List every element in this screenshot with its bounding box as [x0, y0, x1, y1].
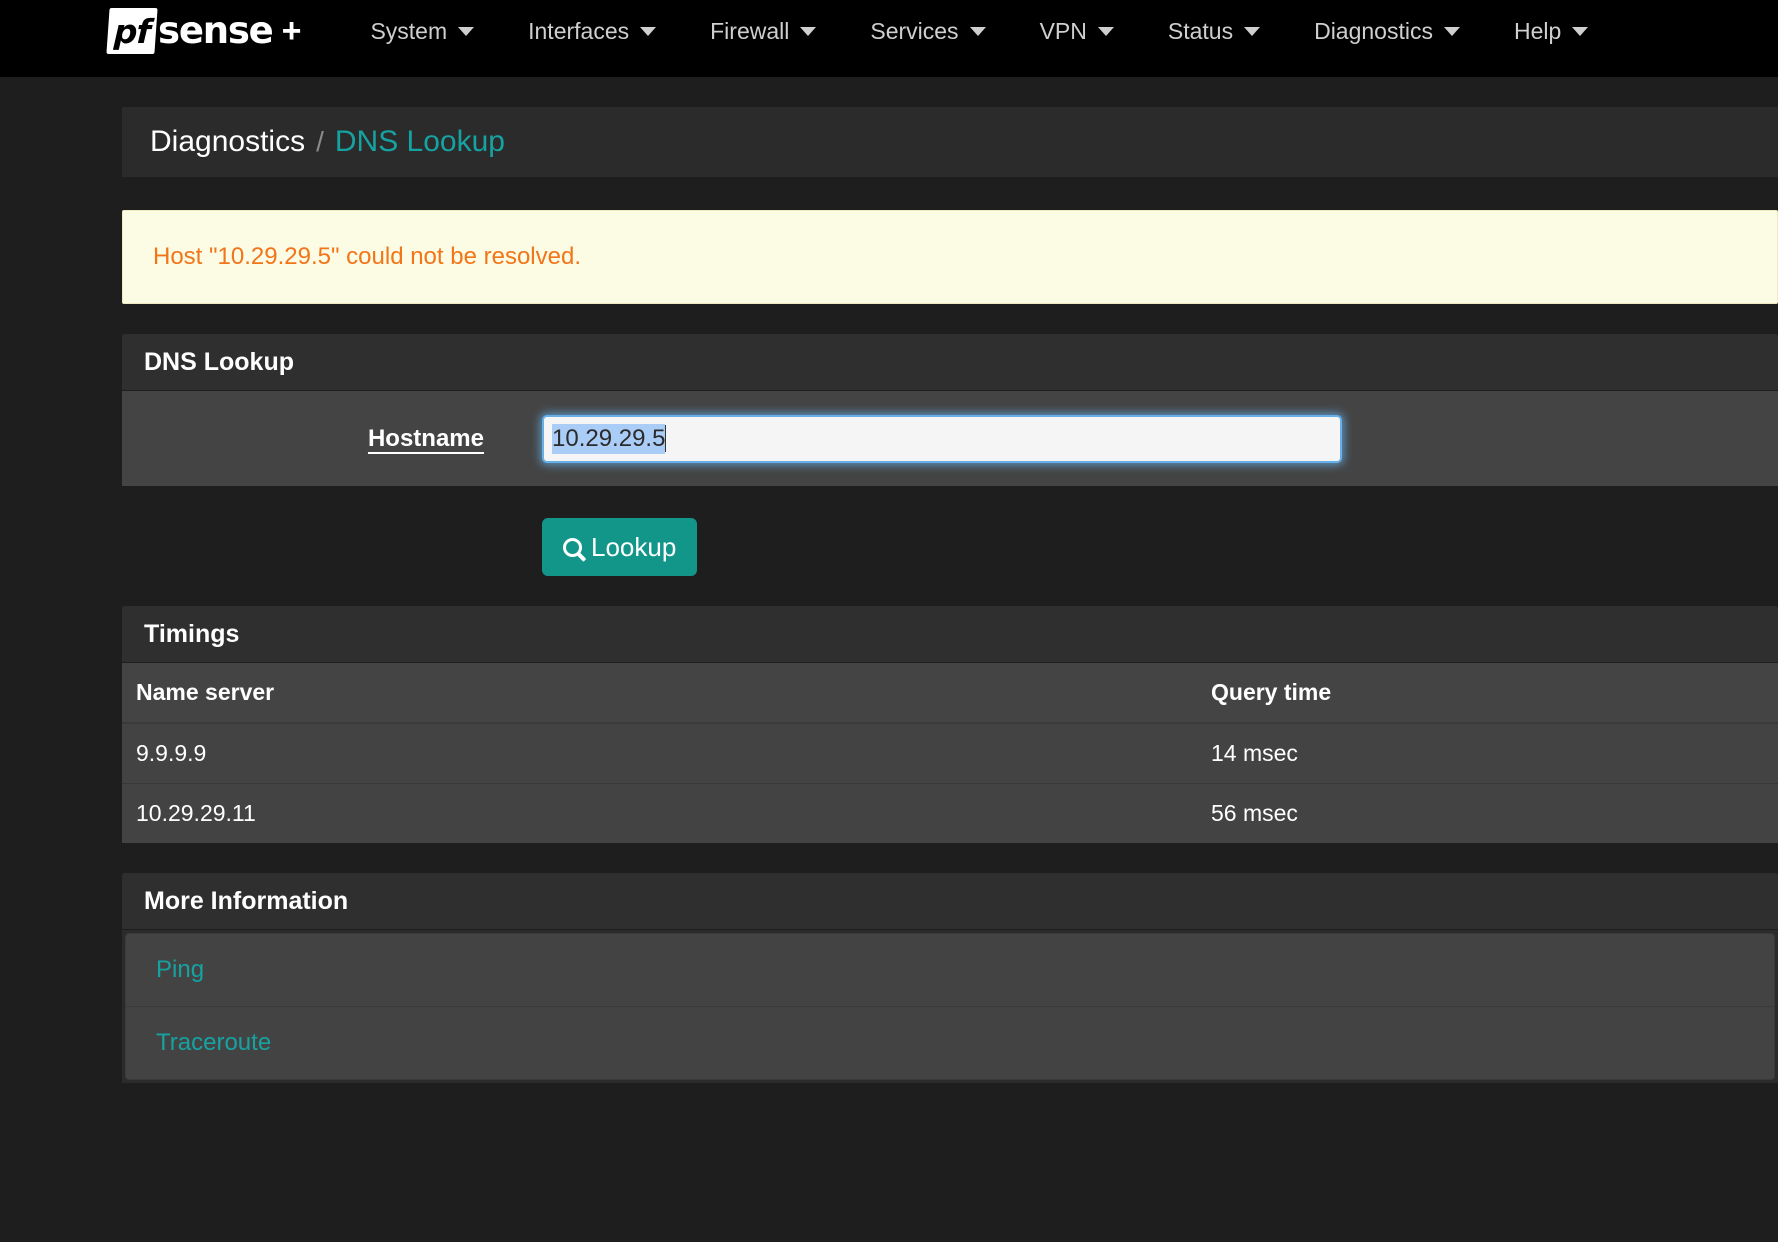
timings-panel-title: Timings [144, 619, 240, 648]
text-cursor [665, 425, 667, 452]
chevron-down-icon [969, 26, 986, 36]
breadcrumb-separator: / [316, 126, 324, 157]
hostname-input[interactable]: 10.29.29.5 [542, 414, 1342, 463]
content-container: Diagnostics / DNS Lookup Host "10.29.29.… [122, 77, 1778, 1083]
search-icon [563, 537, 582, 557]
dns-lookup-panel-heading: DNS Lookup [122, 334, 1778, 391]
table-row: 10.29.29.11 56 msec [122, 783, 1778, 843]
pfsense-logo-plus: + [281, 12, 302, 50]
alert-message: Host "10.29.29.5" could not be resolved. [122, 210, 1778, 304]
cell-name-server: 9.9.9.9 [122, 722, 1197, 784]
nav-item-vpn[interactable]: VPN [1013, 8, 1141, 54]
nav-item-firewall-label: Firewall [710, 17, 790, 44]
hostname-form-row: Hostname 10.29.29.5 [122, 391, 1778, 486]
cell-query-time: 14 msec [1197, 722, 1778, 784]
nav-item-interfaces[interactable]: Interfaces [501, 8, 683, 54]
nav-item-firewall[interactable]: Firewall [683, 8, 843, 54]
column-header-name-server: Name server [122, 663, 1197, 724]
table-header-row: Name server Query time [122, 663, 1778, 724]
chevron-down-icon [1572, 26, 1589, 36]
chevron-down-icon [640, 26, 657, 36]
timings-table-body: 9.9.9.9 14 msec 10.29.29.11 56 msec [122, 722, 1778, 843]
breadcrumb-root: Diagnostics [150, 125, 306, 158]
nav-item-interfaces-label: Interfaces [528, 17, 630, 44]
nav-item-status-label: Status [1167, 17, 1234, 44]
pfsense-logo-text: sense [158, 9, 274, 52]
more-information-list: Ping Traceroute [122, 930, 1778, 1083]
timings-table-head: Name server Query time [122, 663, 1778, 724]
chevron-down-icon [1097, 26, 1114, 36]
nav-item-status[interactable]: Status [1141, 8, 1287, 54]
more-information-panel: More Information Ping Traceroute [122, 873, 1778, 1083]
chevron-down-icon [1244, 26, 1261, 36]
cell-query-time: 56 msec [1197, 783, 1778, 843]
top-navbar: pf sense + System Interfaces Firewall Se… [0, 0, 1778, 77]
nav-item-diagnostics[interactable]: Diagnostics [1287, 8, 1487, 54]
nav-item-services[interactable]: Services [843, 8, 1012, 54]
page-content: Diagnostics / DNS Lookup Host "10.29.29.… [0, 77, 1778, 1242]
hostname-label: Hostname [367, 424, 484, 452]
nav-item-system[interactable]: System [343, 8, 501, 54]
nav-item-services-label: Services [870, 17, 959, 44]
hostname-input-value: 10.29.29.5 [552, 423, 666, 454]
main-menu: System Interfaces Firewall Services VPN … [343, 8, 1615, 54]
chevron-down-icon [800, 26, 817, 36]
dns-lookup-panel-title: DNS Lookup [144, 347, 294, 376]
breadcrumb: Diagnostics / DNS Lookup [122, 107, 1778, 177]
nav-item-help[interactable]: Help [1487, 8, 1615, 54]
more-information-panel-title: More Information [144, 886, 349, 915]
pfsense-logo-mark-text: pf [113, 11, 151, 51]
alert-message-text: Host "10.29.29.5" could not be resolved. [153, 243, 581, 270]
nav-item-system-label: System [370, 17, 448, 44]
ping-link[interactable]: Ping [156, 956, 204, 983]
timings-panel-heading: Timings [122, 606, 1778, 663]
traceroute-link[interactable]: Traceroute [156, 1029, 271, 1056]
lookup-button[interactable]: Lookup [542, 518, 698, 576]
nav-item-diagnostics-label: Diagnostics [1314, 17, 1433, 44]
dns-lookup-panel-body: Hostname 10.29.29.5 [122, 391, 1778, 486]
nav-item-help-label: Help [1513, 17, 1562, 44]
nav-item-vpn-label: VPN [1039, 17, 1087, 44]
pfsense-logo-mark: pf [106, 8, 158, 54]
table-row: 9.9.9.9 14 msec [122, 722, 1778, 784]
timings-panel: Timings Name server Query time 9.9.9.9 1… [122, 606, 1778, 843]
timings-table: Name server Query time 9.9.9.9 14 msec 1… [122, 663, 1778, 843]
list-item[interactable]: Traceroute [125, 1007, 1775, 1080]
dns-lookup-panel: DNS Lookup Hostname 10.29.29.5 [122, 334, 1778, 486]
more-information-panel-heading: More Information [122, 873, 1778, 930]
lookup-button-label: Lookup [591, 531, 677, 562]
lookup-button-row: Lookup [122, 518, 1778, 576]
list-item[interactable]: Ping [125, 933, 1775, 1007]
column-header-query-time: Query time [1197, 663, 1778, 724]
chevron-down-icon [1443, 26, 1460, 36]
breadcrumb-active: DNS Lookup [334, 125, 505, 158]
pfsense-logo[interactable]: pf sense + [106, 8, 302, 54]
cell-name-server: 10.29.29.11 [122, 783, 1197, 843]
chevron-down-icon [458, 26, 475, 36]
